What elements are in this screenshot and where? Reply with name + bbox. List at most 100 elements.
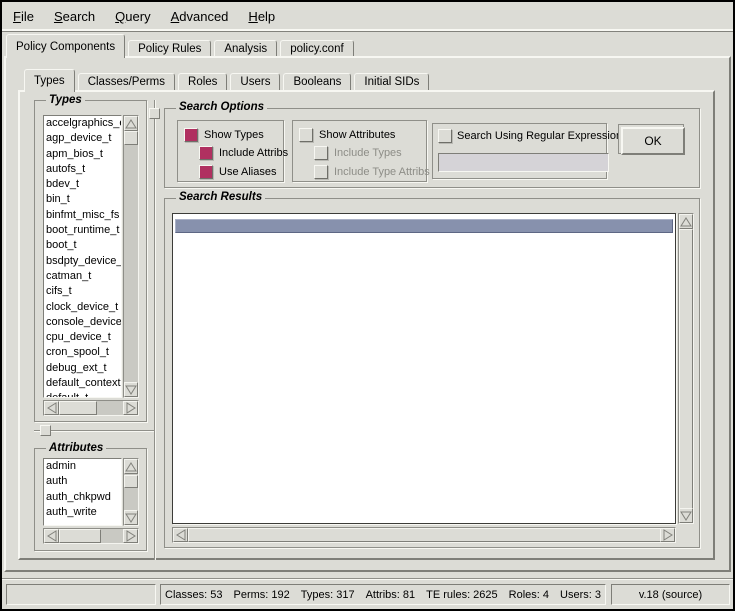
menu-item[interactable]: Search bbox=[52, 7, 97, 26]
list-item[interactable]: boot_runtime_t bbox=[44, 223, 121, 238]
status-stat: Roles: 4 bbox=[509, 589, 549, 601]
list-item[interactable]: cpu_device_t bbox=[44, 330, 121, 345]
menu-item[interactable]: Help bbox=[246, 7, 277, 26]
component-tab[interactable]: Users bbox=[230, 73, 280, 90]
scroll-up-icon[interactable] bbox=[124, 459, 138, 474]
component-tab[interactable]: Roles bbox=[178, 73, 227, 90]
checkbox-label: Include Types bbox=[334, 147, 402, 159]
results-horizontal-scrollbar[interactable] bbox=[172, 527, 676, 543]
menu-item[interactable]: File bbox=[11, 7, 36, 26]
scroll-thumb[interactable] bbox=[59, 529, 101, 543]
scroll-thumb[interactable] bbox=[679, 229, 693, 509]
pane-sash-handle-left[interactable] bbox=[40, 425, 51, 436]
search-results-textarea[interactable] bbox=[172, 213, 676, 524]
statusbar-separator bbox=[2, 578, 733, 580]
checkbox-label: Show Types bbox=[204, 129, 264, 141]
list-item[interactable]: apm_bios_t bbox=[44, 147, 121, 162]
main-tab[interactable]: Analysis bbox=[214, 40, 277, 56]
component-tab[interactable]: Booleans bbox=[283, 73, 351, 90]
component-tab[interactable]: Classes/Perms bbox=[78, 73, 175, 90]
checkbox-option[interactable]: Include Types bbox=[314, 144, 426, 162]
menu-item[interactable]: Query bbox=[113, 7, 152, 26]
scroll-right-icon[interactable] bbox=[123, 401, 138, 415]
scroll-thumb[interactable] bbox=[124, 131, 138, 145]
scroll-down-icon[interactable] bbox=[124, 382, 138, 397]
list-item[interactable]: agp_device_t bbox=[44, 131, 121, 146]
list-item[interactable]: bdev_t bbox=[44, 177, 121, 192]
main-tab[interactable]: policy.conf bbox=[280, 40, 353, 56]
list-item[interactable]: bin_t bbox=[44, 192, 121, 207]
scroll-down-icon[interactable] bbox=[679, 508, 693, 523]
types-listbox[interactable]: accelgraphics_eagp_device_tapm_bios_taut… bbox=[43, 115, 122, 398]
checkbox-indicator bbox=[438, 129, 452, 143]
types-vertical-scrollbar[interactable] bbox=[123, 115, 139, 398]
list-item[interactable]: boot_t bbox=[44, 238, 121, 253]
scroll-right-icon[interactable] bbox=[123, 529, 138, 543]
status-stat: Users: 3 bbox=[560, 589, 601, 601]
regex-input[interactable] bbox=[438, 153, 609, 172]
results-vertical-scrollbar[interactable] bbox=[678, 213, 694, 524]
checkbox-indicator bbox=[184, 128, 198, 142]
pane-sash-handle-top[interactable] bbox=[149, 108, 160, 119]
list-item[interactable]: auth_chkpwd bbox=[44, 490, 121, 505]
component-tab[interactable]: Types bbox=[24, 69, 75, 92]
list-item[interactable]: console_device bbox=[44, 315, 121, 330]
checkbox-option[interactable]: Use Aliases bbox=[199, 163, 283, 181]
list-item[interactable]: default_context bbox=[44, 376, 121, 391]
component-tab[interactable]: Initial SIDs bbox=[354, 73, 429, 90]
list-item[interactable]: cron_spool_t bbox=[44, 345, 121, 360]
app-window: File Search Query Advanced Help Policy Compo… bbox=[0, 0, 735, 611]
scroll-thumb[interactable] bbox=[188, 528, 661, 542]
list-item[interactable]: binfmt_misc_fs bbox=[44, 208, 121, 223]
scroll-down-icon[interactable] bbox=[124, 510, 138, 525]
status-stat: Classes: 53 bbox=[165, 589, 222, 601]
checkbox-option[interactable]: Include Type Attribs bbox=[314, 163, 426, 181]
list-item[interactable]: catman_t bbox=[44, 269, 121, 284]
scroll-thumb[interactable] bbox=[124, 475, 138, 488]
list-item[interactable]: debug_ext_t bbox=[44, 361, 121, 376]
attributes-horizontal-scrollbar[interactable] bbox=[43, 528, 139, 544]
scroll-right-icon[interactable] bbox=[660, 528, 675, 542]
list-item[interactable]: auth bbox=[44, 474, 121, 489]
scroll-up-icon[interactable] bbox=[124, 116, 138, 131]
main-tab[interactable]: Policy Components bbox=[6, 34, 125, 58]
scroll-up-icon[interactable] bbox=[679, 214, 693, 229]
version-label: v.18 (source) bbox=[639, 589, 702, 601]
types-frame-title: Types bbox=[46, 94, 85, 106]
types-horizontal-scrollbar[interactable] bbox=[43, 400, 139, 416]
checkbox-option[interactable]: Show Attributes bbox=[299, 126, 426, 144]
ok-button[interactable]: OK bbox=[621, 127, 685, 155]
type-options-group: Show Types Include Attribs Use Aliases bbox=[177, 120, 284, 182]
pane-divider-vertical bbox=[154, 100, 156, 560]
scroll-left-icon[interactable] bbox=[173, 528, 188, 542]
list-item[interactable]: autofs_t bbox=[44, 162, 121, 177]
checkbox-option[interactable]: Show Types bbox=[184, 126, 283, 144]
checkbox-label: Search Using Regular Expression bbox=[457, 130, 622, 142]
attributes-listbox[interactable]: adminauthauth_chkpwdauth_write bbox=[43, 458, 122, 526]
checkbox-option[interactable]: Include Attribs bbox=[199, 144, 283, 162]
component-tab-bar: TypesClasses/PermsRolesUsersBooleansInit… bbox=[24, 70, 432, 92]
checkbox-label: Include Type Attribs bbox=[334, 166, 430, 178]
attributes-frame-title: Attributes bbox=[46, 442, 106, 454]
checkbox-indicator bbox=[314, 165, 328, 179]
statusbar-stats-panel: Classes: 53Perms: 192Types: 317Attribs: … bbox=[160, 584, 606, 605]
list-item[interactable]: accelgraphics_e bbox=[44, 116, 121, 131]
menu-bar: File Search Query Advanced Help bbox=[2, 2, 733, 32]
list-item[interactable]: bsdpty_device_ bbox=[44, 254, 121, 269]
list-item[interactable]: default_t bbox=[44, 391, 121, 398]
list-item[interactable]: cifs_t bbox=[44, 284, 121, 299]
scroll-left-icon[interactable] bbox=[44, 401, 59, 415]
scroll-thumb[interactable] bbox=[59, 401, 97, 415]
attributes-vertical-scrollbar[interactable] bbox=[123, 458, 139, 526]
regex-checkbox[interactable]: Search Using Regular Expression bbox=[438, 128, 606, 144]
main-tab-bar: Policy ComponentsPolicy RulesAnalysispol… bbox=[6, 35, 357, 58]
list-item[interactable]: clock_device_t bbox=[44, 300, 121, 315]
checkbox-indicator bbox=[299, 128, 313, 142]
list-item[interactable]: admin bbox=[44, 459, 121, 474]
list-item[interactable]: auth_write bbox=[44, 505, 121, 520]
menu-item[interactable]: Advanced bbox=[169, 7, 231, 26]
main-tab[interactable]: Policy Rules bbox=[128, 40, 211, 56]
search-results-title: Search Results bbox=[176, 191, 265, 203]
statusbar-left-panel bbox=[6, 584, 156, 605]
scroll-left-icon[interactable] bbox=[44, 529, 59, 543]
